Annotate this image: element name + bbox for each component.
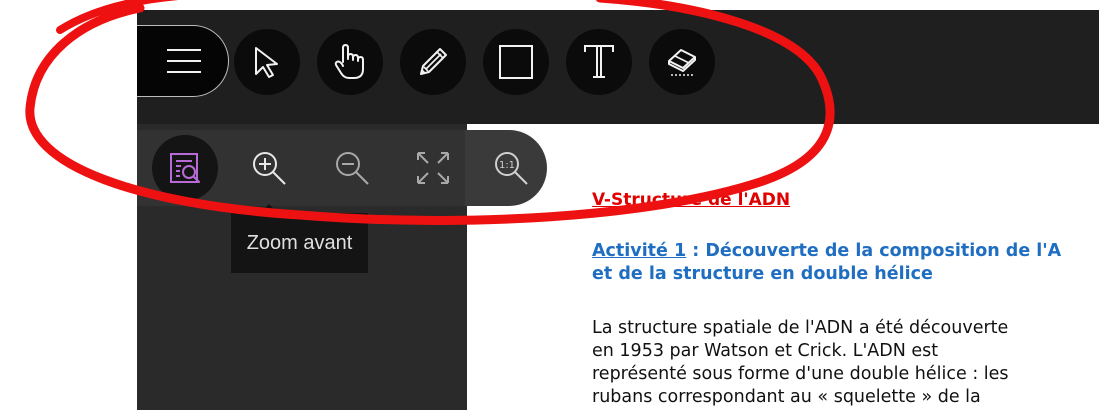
paragraph: La structure spatiale de l'ADN a été déc…: [592, 317, 1062, 409]
pointer-tool-button[interactable]: [234, 29, 300, 95]
activity-title-line2: et de la structure en double hélice: [592, 264, 933, 284]
zoom-menu-button[interactable]: [152, 135, 218, 201]
activity-link[interactable]: Activité 1: [592, 241, 686, 261]
zoom-1-1-icon: 1:1: [495, 152, 528, 185]
actual-size-button[interactable]: 1:1: [478, 135, 544, 201]
zoom-in-button[interactable]: [236, 135, 302, 201]
paragraph-line: représenté sous forme d'une double hélic…: [592, 364, 1009, 384]
rectangle-tool-button[interactable]: [483, 29, 549, 95]
menu-button[interactable]: [137, 25, 229, 97]
zoom-1-1-label: 1:1: [499, 160, 515, 171]
zoom-out-button[interactable]: [319, 135, 385, 201]
activity-title-rest: : Découverte de la composition de l'A: [686, 241, 1062, 261]
pencil-icon: [420, 48, 447, 75]
eraser-icon: [668, 49, 696, 76]
activity-heading: Activité 1 : Découverte de la compositio…: [592, 240, 1061, 286]
pencil-tool-button[interactable]: [400, 29, 466, 95]
text-icon: [584, 45, 614, 78]
fit-screen-button[interactable]: [400, 135, 466, 201]
tooltip-arrow: [260, 204, 278, 213]
pan-tool-button[interactable]: [317, 29, 383, 95]
text-tool-button[interactable]: [566, 29, 632, 95]
eraser-tool-button[interactable]: [649, 29, 715, 95]
document-title: V-Structure de l'ADN: [592, 190, 791, 210]
arrow-cursor-icon: [255, 47, 278, 78]
hamburger-icon: [167, 49, 201, 73]
paragraph-line: rubans correspondant au « squelette » de…: [592, 387, 981, 407]
fullscreen-icon: [417, 152, 449, 184]
zoom-in-icon: [253, 152, 286, 185]
document-viewport[interactable]: V-Structure de l'ADN Activité 1 : Découv…: [467, 124, 1099, 410]
paragraph-line: La structure spatiale de l'ADN a été déc…: [592, 318, 1009, 338]
paragraph-line: en 1953 par Watson et Crick. L'ADN est: [592, 341, 939, 361]
square-icon: [499, 45, 533, 79]
zoom-page-icon: [170, 153, 201, 184]
zoom-out-icon: [336, 152, 369, 185]
zoom-in-tooltip: Zoom avant: [231, 213, 368, 273]
hand-icon: [334, 44, 364, 79]
